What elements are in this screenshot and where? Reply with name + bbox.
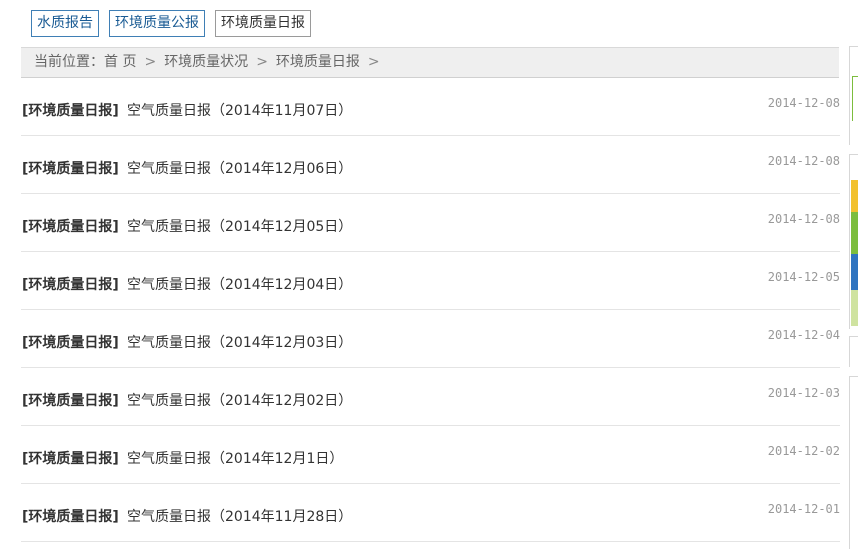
list-item-category[interactable]: [环境质量日报]: [22, 448, 119, 468]
breadcrumb-environment-daily[interactable]: 环境质量日报: [276, 54, 360, 70]
list-item-category[interactable]: [环境质量日报]: [22, 274, 119, 294]
list-item: [环境质量日报] 空气质量日报（2014年12月05日） 2014-12-08: [21, 194, 840, 252]
list-item-date: 2014-12-08: [767, 154, 840, 168]
report-list: [环境质量日报] 空气质量日报（2014年11月07日） 2014-12-08 …: [21, 78, 840, 542]
tab-environment-daily[interactable]: 环境质量日报: [215, 10, 311, 37]
list-item-category[interactable]: [环境质量日报]: [22, 158, 119, 178]
list-item-category[interactable]: [环境质量日报]: [22, 216, 119, 236]
list-item: [环境质量日报] 空气质量日报（2014年12月02日） 2014-12-03: [21, 368, 840, 426]
list-item-date: 2014-12-08: [767, 96, 840, 110]
sidebar-box-edge: [849, 336, 858, 367]
list-item-title[interactable]: 空气质量日报（2014年12月1日）: [127, 448, 343, 468]
tab-water-quality-report[interactable]: 水质报告: [31, 10, 99, 37]
list-item-date: 2014-12-05: [767, 270, 840, 284]
list-item-title[interactable]: 空气质量日报（2014年12月02日）: [127, 390, 352, 410]
list-item-title[interactable]: 空气质量日报（2014年11月28日）: [127, 506, 352, 526]
list-item-title[interactable]: 空气质量日报（2014年11月07日）: [127, 100, 352, 120]
list-item: [环境质量日报] 空气质量日报（2014年12月06日） 2014-12-08: [21, 136, 840, 194]
banner-image-blue: [851, 254, 858, 290]
breadcrumb-separator: >: [367, 54, 380, 70]
list-item: [环境质量日报] 空气质量日报（2014年12月1日） 2014-12-02: [21, 426, 840, 484]
breadcrumb-home[interactable]: 首 页: [104, 54, 136, 70]
right-sidebar-edge: [849, 0, 858, 549]
list-item-date: 2014-12-04: [767, 328, 840, 342]
breadcrumb-separator: >: [256, 54, 268, 70]
list-item-category[interactable]: [环境质量日报]: [22, 390, 119, 410]
list-item: [环境质量日报] 空气质量日报（2014年12月04日） 2014-12-05: [21, 252, 840, 310]
breadcrumb: 当前位置：首 页 > 环境质量状况 > 环境质量日报 >: [21, 47, 839, 78]
list-item-title[interactable]: 空气质量日报（2014年12月03日）: [127, 332, 352, 352]
list-item-category[interactable]: [环境质量日报]: [22, 100, 119, 120]
list-item-category[interactable]: [环境质量日报]: [22, 332, 119, 352]
list-item: [环境质量日报] 空气质量日报（2014年12月03日） 2014-12-04: [21, 310, 840, 368]
list-item-title[interactable]: 空气质量日报（2014年12月04日）: [127, 274, 352, 294]
list-item-date: 2014-12-02: [767, 444, 840, 458]
list-item: [环境质量日报] 空气质量日报（2014年11月28日） 2014-12-01: [21, 484, 840, 542]
banner-image-light: [851, 290, 858, 326]
list-item-category[interactable]: [环境质量日报]: [22, 506, 119, 526]
breadcrumb-prefix: 当前位置：: [34, 54, 104, 70]
list-item-title[interactable]: 空气质量日报（2014年12月05日）: [127, 216, 352, 236]
banner-image-yellow: [851, 180, 858, 212]
banner-image-green: [851, 212, 858, 254]
sidebar-widget-frame: [852, 76, 858, 121]
breadcrumb-environment-status[interactable]: 环境质量状况: [164, 54, 248, 70]
breadcrumb-separator: >: [144, 54, 157, 70]
tab-environment-bulletin[interactable]: 环境质量公报: [109, 10, 205, 37]
list-item-date: 2014-12-03: [767, 386, 840, 400]
list-item-date: 2014-12-08: [767, 212, 840, 226]
list-item-date: 2014-12-01: [767, 502, 840, 516]
list-item-title[interactable]: 空气质量日报（2014年12月06日）: [127, 158, 352, 178]
sidebar-box-edge: [849, 376, 858, 549]
list-item: [环境质量日报] 空气质量日报（2014年11月07日） 2014-12-08: [21, 78, 840, 136]
